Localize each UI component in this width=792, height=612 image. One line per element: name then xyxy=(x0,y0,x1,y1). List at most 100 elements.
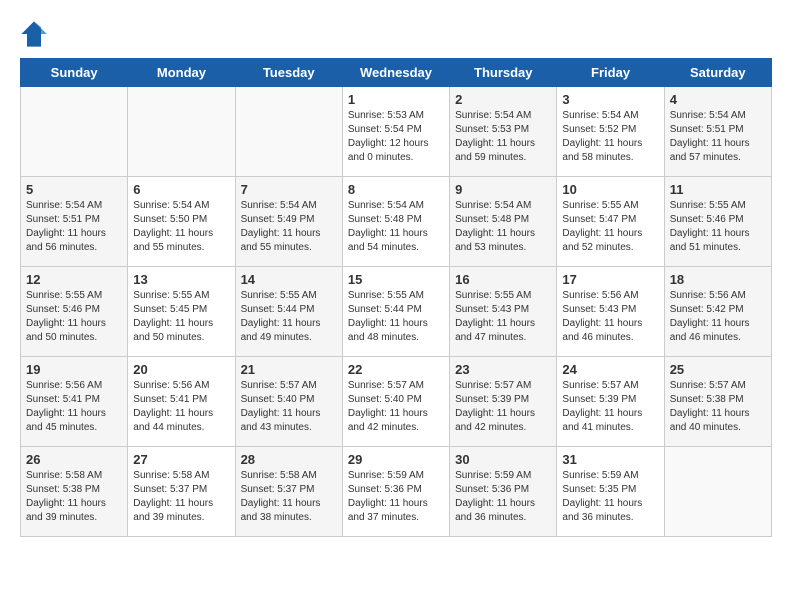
day-info: Sunrise: 5:55 AM Sunset: 5:46 PM Dayligh… xyxy=(670,199,766,255)
day-number: 14 xyxy=(241,272,337,287)
day-info: Sunrise: 5:57 AM Sunset: 5:40 PM Dayligh… xyxy=(241,379,337,435)
calendar-cell: 27 Sunrise: 5:58 AM Sunset: 5:37 PM Dayli… xyxy=(128,447,235,537)
day-info: Sunrise: 5:55 AM Sunset: 5:46 PM Dayligh… xyxy=(26,289,122,345)
day-info: Sunrise: 5:58 AM Sunset: 5:37 PM Dayligh… xyxy=(133,469,229,525)
calendar-cell: 24Sunrise: 5:57 AM Sunset: 5:39 PM Dayli… xyxy=(557,357,664,447)
day-number: 25 xyxy=(670,362,766,377)
logo-icon xyxy=(20,20,48,48)
calendar-cell: 16Sunrise: 5:55 AM Sunset: 5:43 PM Dayli… xyxy=(450,267,557,357)
day-number: 23 xyxy=(455,362,551,377)
day-number: 16 xyxy=(455,272,551,287)
calendar-cell: 17 Sunrise: 5:56 AM Sunset: 5:43 PM Dayli… xyxy=(557,267,664,357)
day-number: 10 xyxy=(562,182,658,197)
calendar-cell: 22 Sunrise: 5:57 AM Sunset: 5:40 PM Dayli… xyxy=(342,357,449,447)
calendar-week-row: 5 Sunrise: 5:54 AM Sunset: 5:51 PM Daylig… xyxy=(21,177,772,267)
page-header xyxy=(20,20,772,48)
day-info: Sunrise: 5:55 AM Sunset: 5:47 PM Dayligh… xyxy=(562,199,658,255)
calendar-cell: 18Sunrise: 5:56 AM Sunset: 5:42 PM Dayli… xyxy=(664,267,771,357)
calendar-cell: 21 Sunrise: 5:57 AM Sunset: 5:40 PM Dayli… xyxy=(235,357,342,447)
day-info: Sunrise: 5:59 AM Sunset: 5:36 PM Dayligh… xyxy=(455,469,551,525)
weekday-header: Friday xyxy=(557,59,664,87)
day-info: Sunrise: 5:59 AM Sunset: 5:36 PM Dayligh… xyxy=(348,469,444,525)
day-number: 13 xyxy=(133,272,229,287)
day-number: 4 xyxy=(670,92,766,107)
weekday-header: Monday xyxy=(128,59,235,87)
calendar-cell: 25 Sunrise: 5:57 AM Sunset: 5:38 PM Dayli… xyxy=(664,357,771,447)
weekday-header: Tuesday xyxy=(235,59,342,87)
weekday-header-row: SundayMondayTuesdayWednesdayThursdayFrid… xyxy=(21,59,772,87)
day-number: 29 xyxy=(348,452,444,467)
calendar-cell: 2 Sunrise: 5:54 AM Sunset: 5:53 PM Daylig… xyxy=(450,87,557,177)
day-number: 21 xyxy=(241,362,337,377)
calendar-cell: 13 Sunrise: 5:55 AM Sunset: 5:45 PM Dayli… xyxy=(128,267,235,357)
day-info: Sunrise: 5:56 AM Sunset: 5:43 PM Dayligh… xyxy=(562,289,658,345)
day-number: 2 xyxy=(455,92,551,107)
calendar-cell: 1Sunrise: 5:53 AM Sunset: 5:54 PM Daylig… xyxy=(342,87,449,177)
day-info: Sunrise: 5:54 AM Sunset: 5:53 PM Dayligh… xyxy=(455,109,551,165)
day-number: 9 xyxy=(455,182,551,197)
day-info: Sunrise: 5:57 AM Sunset: 5:40 PM Dayligh… xyxy=(348,379,444,435)
day-info: Sunrise: 5:57 AM Sunset: 5:38 PM Dayligh… xyxy=(670,379,766,435)
day-number: 19 xyxy=(26,362,122,377)
day-number: 3 xyxy=(562,92,658,107)
day-info: Sunrise: 5:55 AM Sunset: 5:44 PM Dayligh… xyxy=(241,289,337,345)
calendar-cell: 15 Sunrise: 5:55 AM Sunset: 5:44 PM Dayli… xyxy=(342,267,449,357)
day-number: 5 xyxy=(26,182,122,197)
day-info: Sunrise: 5:54 AM Sunset: 5:51 PM Dayligh… xyxy=(26,199,122,255)
day-info: Sunrise: 5:54 AM Sunset: 5:49 PM Dayligh… xyxy=(241,199,337,255)
day-number: 26 xyxy=(26,452,122,467)
day-number: 12 xyxy=(26,272,122,287)
day-number: 6 xyxy=(133,182,229,197)
calendar-cell: 9 Sunrise: 5:54 AM Sunset: 5:48 PM Daylig… xyxy=(450,177,557,267)
calendar-cell: 10 Sunrise: 5:55 AM Sunset: 5:47 PM Dayli… xyxy=(557,177,664,267)
calendar-cell: 7 Sunrise: 5:54 AM Sunset: 5:49 PM Daylig… xyxy=(235,177,342,267)
day-number: 15 xyxy=(348,272,444,287)
weekday-header: Sunday xyxy=(21,59,128,87)
calendar-table: SundayMondayTuesdayWednesdayThursdayFrid… xyxy=(20,58,772,537)
day-info: Sunrise: 5:58 AM Sunset: 5:38 PM Dayligh… xyxy=(26,469,122,525)
day-number: 18 xyxy=(670,272,766,287)
day-info: Sunrise: 5:53 AM Sunset: 5:54 PM Dayligh… xyxy=(348,109,444,165)
calendar-cell: 12 Sunrise: 5:55 AM Sunset: 5:46 PM Dayli… xyxy=(21,267,128,357)
calendar-cell: 6 Sunrise: 5:54 AM Sunset: 5:50 PM Daylig… xyxy=(128,177,235,267)
day-info: Sunrise: 5:56 AM Sunset: 5:41 PM Dayligh… xyxy=(133,379,229,435)
calendar-cell: 3 Sunrise: 5:54 AM Sunset: 5:52 PM Daylig… xyxy=(557,87,664,177)
day-info: Sunrise: 5:58 AM Sunset: 5:37 PM Dayligh… xyxy=(241,469,337,525)
weekday-header: Wednesday xyxy=(342,59,449,87)
day-number: 17 xyxy=(562,272,658,287)
calendar-week-row: 12 Sunrise: 5:55 AM Sunset: 5:46 PM Dayli… xyxy=(21,267,772,357)
day-info: Sunrise: 5:54 AM Sunset: 5:50 PM Dayligh… xyxy=(133,199,229,255)
day-info: Sunrise: 5:57 AM Sunset: 5:39 PM Dayligh… xyxy=(562,379,658,435)
day-info: Sunrise: 5:54 AM Sunset: 5:48 PM Dayligh… xyxy=(348,199,444,255)
calendar-cell: 20Sunrise: 5:56 AM Sunset: 5:41 PM Dayli… xyxy=(128,357,235,447)
logo xyxy=(20,20,50,48)
calendar-cell: 5 Sunrise: 5:54 AM Sunset: 5:51 PM Daylig… xyxy=(21,177,128,267)
calendar-cell: 4Sunrise: 5:54 AM Sunset: 5:51 PM Daylig… xyxy=(664,87,771,177)
day-number: 8 xyxy=(348,182,444,197)
day-info: Sunrise: 5:55 AM Sunset: 5:45 PM Dayligh… xyxy=(133,289,229,345)
calendar-week-row: 26 Sunrise: 5:58 AM Sunset: 5:38 PM Dayli… xyxy=(21,447,772,537)
day-number: 31 xyxy=(562,452,658,467)
calendar-cell: 29 Sunrise: 5:59 AM Sunset: 5:36 PM Dayli… xyxy=(342,447,449,537)
weekday-header: Saturday xyxy=(664,59,771,87)
day-number: 30 xyxy=(455,452,551,467)
calendar-cell: 30 Sunrise: 5:59 AM Sunset: 5:36 PM Dayli… xyxy=(450,447,557,537)
day-info: Sunrise: 5:57 AM Sunset: 5:39 PM Dayligh… xyxy=(455,379,551,435)
day-number: 22 xyxy=(348,362,444,377)
calendar-cell: 11Sunrise: 5:55 AM Sunset: 5:46 PM Dayli… xyxy=(664,177,771,267)
calendar-cell: 23 Sunrise: 5:57 AM Sunset: 5:39 PM Dayli… xyxy=(450,357,557,447)
calendar-cell xyxy=(21,87,128,177)
day-info: Sunrise: 5:54 AM Sunset: 5:48 PM Dayligh… xyxy=(455,199,551,255)
day-number: 28 xyxy=(241,452,337,467)
calendar-cell: 26 Sunrise: 5:58 AM Sunset: 5:38 PM Dayli… xyxy=(21,447,128,537)
day-info: Sunrise: 5:54 AM Sunset: 5:52 PM Dayligh… xyxy=(562,109,658,165)
day-number: 27 xyxy=(133,452,229,467)
calendar-cell: 14 Sunrise: 5:55 AM Sunset: 5:44 PM Dayli… xyxy=(235,267,342,357)
calendar-week-row: 19 Sunrise: 5:56 AM Sunset: 5:41 PM Dayli… xyxy=(21,357,772,447)
calendar-week-row: 1Sunrise: 5:53 AM Sunset: 5:54 PM Daylig… xyxy=(21,87,772,177)
day-info: Sunrise: 5:59 AM Sunset: 5:35 PM Dayligh… xyxy=(562,469,658,525)
day-number: 7 xyxy=(241,182,337,197)
day-info: Sunrise: 5:55 AM Sunset: 5:44 PM Dayligh… xyxy=(348,289,444,345)
weekday-header: Thursday xyxy=(450,59,557,87)
calendar-cell xyxy=(664,447,771,537)
